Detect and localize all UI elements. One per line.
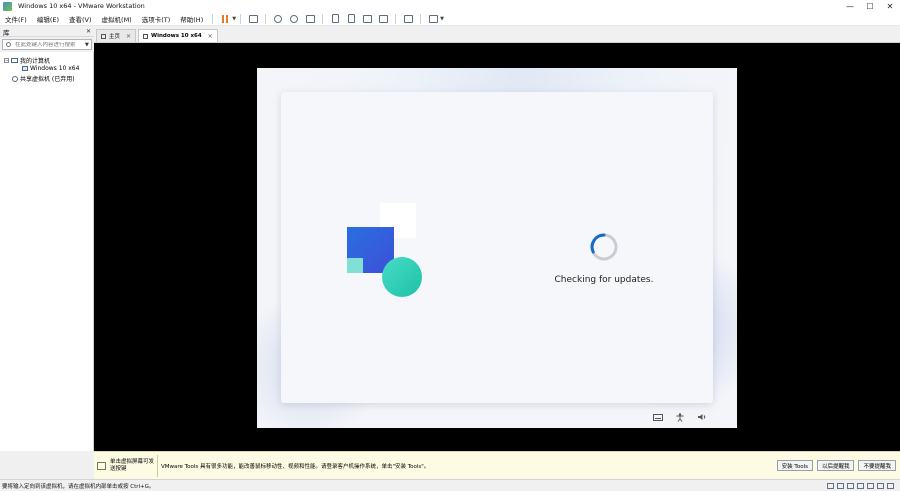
toolbar-separator (395, 13, 397, 24)
minimize-button[interactable]: — (840, 0, 860, 12)
stretch-dropdown-icon[interactable]: ▼ (440, 16, 444, 22)
remind-later-button[interactable]: 以后提醒我 (816, 460, 855, 471)
tab-strip: 主页 ✕ Windows 10 x64 ✕ (94, 27, 900, 43)
show-library-button[interactable] (329, 13, 341, 24)
tree-item-vm[interactable]: Windows 10 x64 (22, 65, 79, 72)
hard-disk-icon[interactable] (827, 482, 834, 489)
toolbar-separator (420, 13, 422, 24)
unity-icon (403, 14, 413, 23)
search-icon (6, 42, 11, 47)
library-tree: − 我的计算机 Windows 10 x64 共享虚拟机 (已弃用) (0, 52, 94, 451)
snapshot-clock-icon (274, 14, 283, 23)
tab-home[interactable]: 主页 ✕ (96, 29, 137, 42)
message-log-icon[interactable] (887, 482, 894, 489)
menu-tabs[interactable]: 选项卡(T) (137, 14, 176, 24)
pause-dropdown-icon[interactable]: ▼ (232, 16, 236, 22)
tree-item-shared-vms[interactable]: 共享虚拟机 (已弃用) (12, 74, 75, 83)
pause-button[interactable] (219, 13, 231, 24)
library-header: 库 ✕ (0, 27, 94, 37)
shared-vm-icon (12, 75, 18, 82)
stretch-icon (428, 14, 438, 23)
snapshot-manager-button[interactable] (304, 13, 316, 24)
divider (157, 454, 158, 477)
library-title: 库 (3, 28, 10, 37)
fit-window-icon (362, 14, 372, 23)
collapse-icon[interactable]: − (4, 58, 9, 63)
library-view-icon (331, 14, 339, 23)
accessibility-icon[interactable] (675, 412, 685, 422)
search-dropdown-icon[interactable]: ▼ (85, 42, 89, 48)
oobe-card: Checking for updates. (281, 92, 713, 403)
revert-icon (290, 14, 299, 23)
menu-vm[interactable]: 虚拟机(M) (97, 14, 137, 24)
tab-home-close-icon[interactable]: ✕ (126, 33, 131, 40)
tree-label-my-computer: 我的计算机 (20, 58, 51, 65)
cd-dvd-icon[interactable] (837, 482, 844, 489)
vmware-app-icon (3, 1, 12, 11)
tab-home-label: 主页 (109, 34, 121, 40)
install-tools-button[interactable]: 安装 Tools (776, 460, 813, 471)
computer-icon (11, 58, 18, 63)
library-search[interactable]: ▼ (2, 39, 92, 50)
tab-vm-label: Windows 10 x64 (151, 33, 202, 39)
keyboard-send-icon (248, 14, 258, 23)
toolbar-separator (240, 13, 242, 24)
toolbar-separator (265, 13, 267, 24)
full-screen-icon (378, 14, 388, 23)
status-text: 要将输入定向到该虚拟机，请在虚拟机内部单击或按 Ctrl+G。 (2, 483, 155, 490)
keyboard-icon[interactable] (653, 413, 663, 421)
send-keys-hint: 单击虚拟屏幕可发送按键 (110, 458, 155, 472)
tab-windows-10[interactable]: Windows 10 x64 ✕ (138, 29, 218, 42)
revert-snapshot-button[interactable] (288, 13, 300, 24)
vm-tab-icon (143, 33, 149, 39)
toolbar-separator (322, 13, 324, 24)
vm-icon (22, 66, 28, 71)
menu-file[interactable]: 文件(F) (0, 14, 32, 24)
fit-guest-button[interactable] (361, 13, 373, 24)
full-screen-button[interactable] (377, 13, 389, 24)
snapshot-manager-icon (305, 14, 315, 23)
volume-icon[interactable] (697, 413, 707, 421)
unity-button[interactable] (402, 13, 414, 24)
setup-illustration (347, 203, 425, 297)
status-bar: 要将输入定向到该虚拟机，请在虚拟机内部单击或按 Ctrl+G。 (0, 479, 900, 491)
pause-icon (221, 14, 229, 23)
menu-help[interactable]: 帮助(H) (175, 14, 208, 24)
home-icon (101, 33, 106, 39)
tree-label-shared: 共享虚拟机 (已弃用) (20, 76, 75, 83)
toolbar-separator (212, 13, 214, 24)
update-status-text: Checking for updates. (554, 275, 654, 285)
library-close-icon[interactable]: ✕ (86, 28, 91, 35)
stretch-button[interactable] (427, 13, 439, 24)
teal-square-shape (347, 258, 363, 273)
sound-card-icon[interactable] (867, 482, 874, 489)
snapshot-button[interactable] (272, 13, 284, 24)
teal-circle-shape (382, 257, 422, 297)
keyboard-hint-icon (97, 461, 106, 470)
send-ctrl-alt-del-button[interactable] (247, 13, 259, 24)
loading-spinner-icon (590, 233, 618, 261)
tree-label-vm: Windows 10 x64 (30, 65, 80, 72)
library-search-input[interactable] (15, 41, 85, 48)
close-button[interactable]: ✕ (880, 0, 900, 12)
tree-item-my-computer[interactable]: − 我的计算机 (4, 56, 50, 65)
menu-toolbar: 文件(F) 编辑(E) 查看(V) 虚拟机(M) 选项卡(T) 帮助(H) ▼ … (0, 12, 900, 26)
tools-message: VMware Tools 具有很多功能，能改善鼠标移动性、视频和性能。请登录客户… (161, 463, 430, 470)
vm-console[interactable]: Checking for updates. (94, 43, 900, 451)
never-remind-button[interactable]: 不要提醒我 (858, 460, 896, 471)
thumbnail-view-icon (347, 14, 355, 23)
menu-view[interactable]: 查看(V) (64, 14, 97, 24)
title-bar: Windows 10 x64 - VMware Workstation — ☐ … (0, 0, 900, 12)
tab-vm-close-icon[interactable]: ✕ (208, 33, 213, 40)
usb-icon[interactable] (857, 482, 864, 489)
menu-edit[interactable]: 编辑(E) (32, 14, 64, 24)
display-icon[interactable] (877, 482, 884, 489)
network-adapter-icon[interactable] (847, 482, 854, 489)
window-title: Windows 10 x64 - VMware Workstation (18, 2, 145, 10)
guest-screen[interactable]: Checking for updates. (257, 68, 737, 428)
thumbnail-bar-button[interactable] (345, 13, 357, 24)
tools-notification-bar: 单击虚拟屏幕可发送按键 VMware Tools 具有很多功能，能改善鼠标移动性… (94, 451, 900, 479)
maximize-button[interactable]: ☐ (860, 0, 880, 12)
